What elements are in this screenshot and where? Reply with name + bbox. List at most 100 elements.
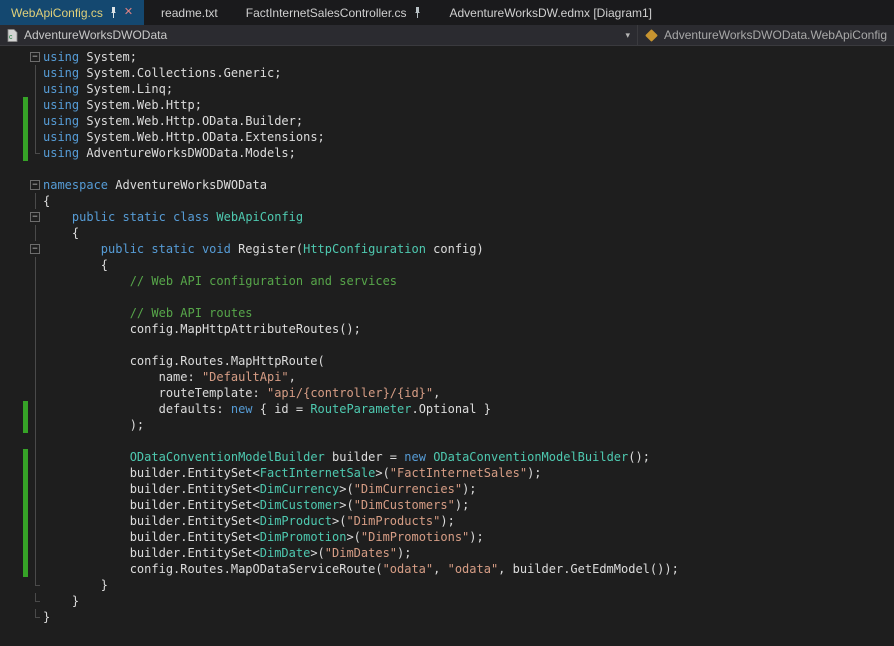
code-text: config.Routes.MapODataServiceRoute("odat… <box>43 561 679 577</box>
code-text: ); <box>43 417 144 433</box>
fold-collapse-icon[interactable]: − <box>28 49 43 65</box>
code-text: using System.Web.Http; <box>43 97 202 113</box>
code-line-9[interactable]: −namespace AdventureWorksDWOData <box>0 177 894 193</box>
fold-margin <box>28 513 43 529</box>
code-text: public static class WebApiConfig <box>43 209 303 225</box>
fold-margin <box>28 385 43 401</box>
tab-label: FactInternetSalesController.cs <box>246 6 407 20</box>
fold-margin <box>28 417 43 433</box>
code-line-7[interactable]: using AdventureWorksDWOData.Models; <box>0 145 894 161</box>
pin-icon[interactable] <box>413 7 422 19</box>
code-text: ODataConventionModelBuilder builder = ne… <box>43 449 650 465</box>
fold-margin <box>28 545 43 561</box>
fold-margin <box>28 577 43 593</box>
class-icon <box>645 29 658 42</box>
fold-collapse-icon[interactable]: − <box>28 241 43 257</box>
code-line-5[interactable]: using System.Web.Http.OData.Builder; <box>0 113 894 129</box>
document-tab-bar: WebApiConfig.cs✕readme.txt FactInternetSa… <box>0 0 894 25</box>
code-line-1[interactable]: −using System; <box>0 49 894 65</box>
code-line-19[interactable] <box>0 337 894 353</box>
tab-webapiconfig-cs[interactable]: WebApiConfig.cs✕ <box>0 0 144 25</box>
tab-label: AdventureWorksDW.edmx [Diagram1] <box>450 6 653 20</box>
code-text: builder.EntitySet<DimProduct>("DimProduc… <box>43 513 455 529</box>
code-text: { <box>43 257 108 273</box>
navigation-bar: c AdventureWorksDWOData ▾ AdventureWorks… <box>0 25 894 46</box>
code-text: builder.EntitySet<DimCustomer>("DimCusto… <box>43 497 469 513</box>
fold-margin <box>28 65 43 81</box>
close-icon[interactable]: ✕ <box>124 7 133 18</box>
code-text: { <box>43 225 79 241</box>
code-text: } <box>43 609 50 625</box>
scope-dropdown[interactable]: c AdventureWorksDWOData ▾ <box>0 25 638 45</box>
fold-margin <box>28 273 43 289</box>
code-line-28[interactable]: builder.EntitySet<DimCurrency>("DimCurre… <box>0 481 894 497</box>
code-line-14[interactable]: { <box>0 257 894 273</box>
code-text: } <box>43 577 108 593</box>
code-line-11[interactable]: − public static class WebApiConfig <box>0 209 894 225</box>
code-line-10[interactable]: { <box>0 193 894 209</box>
code-text: builder.EntitySet<FactInternetSale>("Fac… <box>43 465 542 481</box>
code-text: builder.EntitySet<DimPromotion>("DimProm… <box>43 529 484 545</box>
fold-margin <box>28 257 43 273</box>
code-line-23[interactable]: defaults: new { id = RouteParameter.Opti… <box>0 401 894 417</box>
fold-margin <box>28 97 43 113</box>
code-line-13[interactable]: − public static void Register(HttpConfig… <box>0 241 894 257</box>
code-line-35[interactable]: } <box>0 593 894 609</box>
code-line-32[interactable]: builder.EntitySet<DimDate>("DimDates"); <box>0 545 894 561</box>
fold-margin <box>28 593 43 609</box>
code-line-29[interactable]: builder.EntitySet<DimCustomer>("DimCusto… <box>0 497 894 513</box>
fold-margin <box>28 225 43 241</box>
code-line-20[interactable]: config.Routes.MapHttpRoute( <box>0 353 894 369</box>
code-text: public static void Register(HttpConfigur… <box>43 241 484 257</box>
code-line-27[interactable]: builder.EntitySet<FactInternetSale>("Fac… <box>0 465 894 481</box>
tab-factinternetsalescontroller-cs[interactable]: FactInternetSalesController.cs <box>235 0 433 25</box>
fold-margin <box>28 433 43 449</box>
code-line-36[interactable]: } <box>0 609 894 625</box>
code-line-16[interactable] <box>0 289 894 305</box>
code-text: using AdventureWorksDWOData.Models; <box>43 145 296 161</box>
code-editor[interactable]: −using System;using System.Collections.G… <box>0 46 894 646</box>
fold-margin <box>28 305 43 321</box>
code-text: config.MapHttpAttributeRoutes(); <box>43 321 361 337</box>
tab-readme-txt[interactable]: readme.txt <box>150 0 229 25</box>
code-line-3[interactable]: using System.Linq; <box>0 81 894 97</box>
code-text: using System; <box>43 49 137 65</box>
fold-margin <box>28 113 43 129</box>
code-line-2[interactable]: using System.Collections.Generic; <box>0 65 894 81</box>
fold-margin <box>28 321 43 337</box>
fold-margin <box>28 497 43 513</box>
code-line-15[interactable]: // Web API configuration and services <box>0 273 894 289</box>
fold-margin <box>28 449 43 465</box>
fold-collapse-icon[interactable]: − <box>28 209 43 225</box>
tab-adventureworksdw-edmx-diagram1[interactable]: AdventureWorksDW.edmx [Diagram1] <box>439 0 664 25</box>
svg-text:c: c <box>9 34 13 41</box>
pin-icon[interactable] <box>109 7 118 19</box>
code-line-4[interactable]: using System.Web.Http; <box>0 97 894 113</box>
code-line-34[interactable]: } <box>0 577 894 593</box>
code-line-24[interactable]: ); <box>0 417 894 433</box>
fold-margin <box>28 81 43 97</box>
fold-margin <box>28 529 43 545</box>
code-line-6[interactable]: using System.Web.Http.OData.Extensions; <box>0 129 894 145</box>
fold-margin <box>28 289 43 305</box>
code-line-31[interactable]: builder.EntitySet<DimPromotion>("DimProm… <box>0 529 894 545</box>
code-text: // Web API routes <box>43 305 253 321</box>
code-line-25[interactable] <box>0 433 894 449</box>
chevron-down-icon[interactable]: ▾ <box>625 30 630 41</box>
code-line-26[interactable]: ODataConventionModelBuilder builder = ne… <box>0 449 894 465</box>
code-line-17[interactable]: // Web API routes <box>0 305 894 321</box>
member-dropdown[interactable]: AdventureWorksDWOData.WebApiConfig <box>638 25 894 45</box>
fold-collapse-icon[interactable]: − <box>28 177 43 193</box>
code-line-33[interactable]: config.Routes.MapODataServiceRoute("odat… <box>0 561 894 577</box>
code-line-18[interactable]: config.MapHttpAttributeRoutes(); <box>0 321 894 337</box>
code-text: { <box>43 193 50 209</box>
fold-margin <box>28 609 43 625</box>
code-text: name: "DefaultApi", <box>43 369 296 385</box>
fold-margin <box>28 353 43 369</box>
code-line-22[interactable]: routeTemplate: "api/{controller}/{id}", <box>0 385 894 401</box>
code-line-21[interactable]: name: "DefaultApi", <box>0 369 894 385</box>
code-line-30[interactable]: builder.EntitySet<DimProduct>("DimProduc… <box>0 513 894 529</box>
code-line-12[interactable]: { <box>0 225 894 241</box>
fold-margin <box>28 337 43 353</box>
code-line-8[interactable] <box>0 161 894 177</box>
